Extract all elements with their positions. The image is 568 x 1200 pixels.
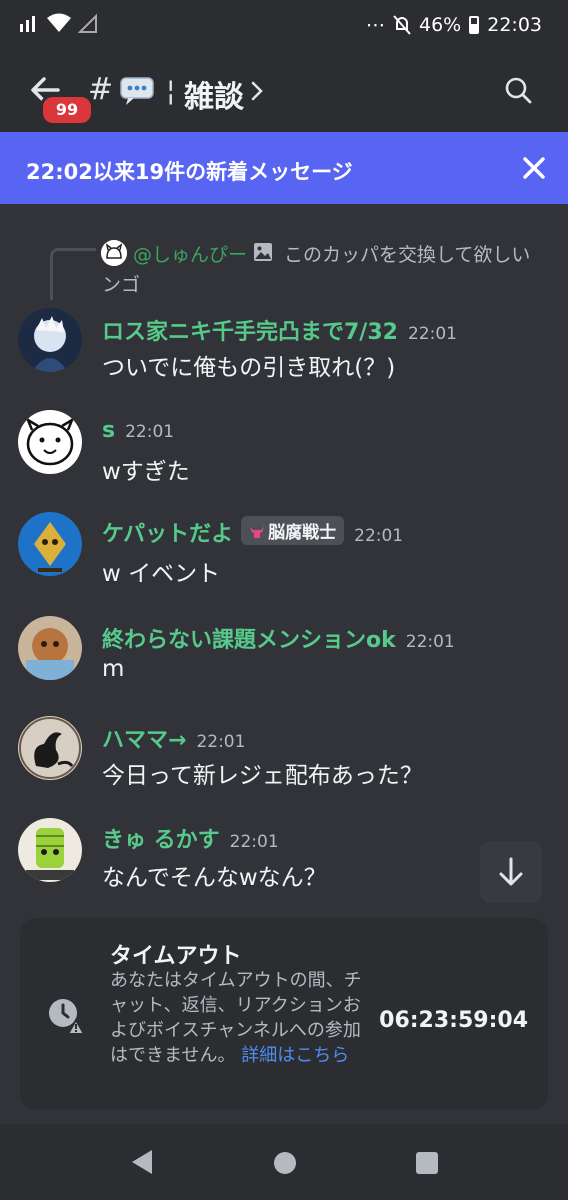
avatar[interactable] xyxy=(18,818,82,882)
mute-icon xyxy=(393,15,411,35)
message-time: 22:01 xyxy=(405,632,455,652)
avatar[interactable] xyxy=(18,716,82,780)
battery-percent: 46% xyxy=(419,14,462,36)
timeout-remaining: 06:23:59:04 xyxy=(379,1008,528,1033)
reply-avatar[interactable] xyxy=(101,240,127,266)
message-time: 22:01 xyxy=(229,832,279,852)
speech-bubble-icon xyxy=(120,77,154,105)
message-author[interactable]: ロス家ニキ千手完凸まで7/32 22:01 xyxy=(102,314,457,346)
nav-back-icon[interactable] xyxy=(130,1148,154,1176)
reply-author[interactable]: @しゅんぴー xyxy=(133,240,247,267)
message-text: 今日って新レジェ配布あった？ xyxy=(102,763,423,789)
channel-separator: ¦ xyxy=(166,74,176,107)
message-author[interactable]: ケパットだよ 脳腐戦士 22:01 xyxy=(102,516,403,548)
timeout-body: あなたはタイムアウトの間、チャット、返信、リアクションおよびボイスチャンネルへの… xyxy=(110,970,362,1066)
message-time: 22:01 xyxy=(196,732,246,752)
banner-text: 22:02以来19件の新着メッセージ xyxy=(26,160,353,184)
reply-text-line1[interactable]: このカッパを交換して欲しい xyxy=(284,240,530,267)
message-text: m xyxy=(102,656,125,682)
reply-connector xyxy=(50,248,96,300)
channel-name[interactable]: 雑談 xyxy=(184,72,244,116)
close-icon[interactable] xyxy=(522,156,546,180)
message-author[interactable]: ハママ→ 22:01 xyxy=(102,722,245,754)
details-link[interactable]: 詳細はこちら xyxy=(241,1045,349,1066)
signal-icon xyxy=(20,16,35,32)
role-tag: 脳腐戦士 xyxy=(241,516,345,545)
search-icon[interactable] xyxy=(504,76,532,104)
message-text: ついでに俺もの引き取れ(？) xyxy=(102,355,396,381)
reply-text-line2[interactable]: ンゴ xyxy=(102,270,140,297)
status-right: ⋯ 46% 22:03 xyxy=(366,14,542,36)
system-nav-bar xyxy=(0,1124,568,1200)
message-text: w イベント xyxy=(102,561,221,587)
message-author[interactable]: s 22:01 xyxy=(102,418,174,443)
message-time: 22:01 xyxy=(125,422,175,442)
battery-icon xyxy=(469,16,480,34)
status-bar: ⋯ 46% 22:03 xyxy=(0,0,568,52)
status-left xyxy=(18,12,98,34)
channel-header: 99 # ¦ 雑談 xyxy=(0,52,568,132)
message-text: wすぎた xyxy=(102,459,190,485)
hash-icon: # xyxy=(88,72,114,107)
message-author[interactable]: 終わらない課題メンションok 22:01 xyxy=(102,622,455,654)
avatar[interactable] xyxy=(18,616,82,680)
nav-recent-icon[interactable] xyxy=(416,1152,438,1174)
clock-warning-icon xyxy=(49,999,86,1035)
message-author[interactable]: きゅ るかす 22:01 xyxy=(102,822,279,854)
avatar[interactable] xyxy=(18,308,82,372)
dots-icon: ⋯ xyxy=(366,14,385,36)
avatar[interactable] xyxy=(18,512,82,576)
message-time: 22:01 xyxy=(354,526,404,546)
timeout-panel: タイムアウト あなたはタイムアウトの間、チャット、返信、リアクションおよびボイス… xyxy=(20,918,548,1110)
bull-icon xyxy=(250,526,265,538)
arrow-down-icon xyxy=(499,857,523,886)
unread-badge: 99 xyxy=(40,94,94,126)
clock: 22:03 xyxy=(487,14,542,36)
wifi-icon xyxy=(47,13,71,32)
network-icon xyxy=(78,13,97,33)
avatar[interactable] xyxy=(18,410,82,474)
jump-to-latest-button[interactable] xyxy=(480,841,542,903)
nav-home-icon[interactable] xyxy=(274,1152,296,1174)
message-time: 22:01 xyxy=(407,324,457,344)
timeout-title: タイムアウト xyxy=(110,944,242,969)
image-icon xyxy=(254,243,272,261)
chevron-right-icon[interactable] xyxy=(250,80,264,102)
new-messages-banner[interactable]: 22:02以来19件の新着メッセージ xyxy=(0,132,568,204)
message-text: なんでそんなwなん？ xyxy=(102,865,327,891)
